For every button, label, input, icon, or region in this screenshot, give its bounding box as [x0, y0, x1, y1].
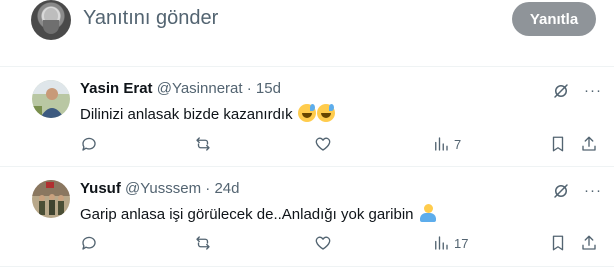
- tweet-actions: 17: [0, 234, 614, 254]
- heart-icon: [315, 137, 331, 151]
- like-action[interactable]: [314, 135, 332, 153]
- tweet-header: Yasin Erat @Yasinnerat · 15d: [80, 80, 281, 97]
- timestamp[interactable]: 24d: [214, 180, 239, 197]
- bookmark-action[interactable]: [549, 135, 567, 153]
- user-handle[interactable]: @Yasinnerat: [157, 80, 243, 97]
- views-icon: [435, 236, 448, 250]
- views-action[interactable]: 7: [432, 135, 461, 153]
- reply-icon: [82, 137, 96, 151]
- share-action[interactable]: [580, 135, 598, 153]
- grinning-sweat-emoji: [297, 104, 316, 122]
- person-shrugging-emoji: [419, 204, 436, 222]
- user-handle[interactable]: @Yusssem: [125, 180, 201, 197]
- tweet-header: Yusuf @Yusssem · 24d: [80, 180, 239, 197]
- bookmark-action[interactable]: [549, 234, 567, 252]
- heart-icon: [315, 236, 331, 250]
- tweet-text: Garip anlasa işi görülecek de..Anladığı …: [80, 204, 436, 223]
- retweet-action[interactable]: [194, 234, 212, 252]
- like-action[interactable]: [314, 234, 332, 252]
- tweet-text-content: Garip anlasa işi görülecek de..Anladığı …: [80, 206, 414, 223]
- reply-tweet[interactable]: Yusuf @Yusssem · 24d Garip anlasa işi gö…: [0, 180, 614, 270]
- current-user-avatar[interactable]: [31, 0, 71, 40]
- reply-tweet[interactable]: Yasin Erat @Yasinnerat · 15d Dilinizi an…: [0, 80, 614, 178]
- display-name[interactable]: Yusuf: [80, 180, 121, 197]
- reply-icon: [82, 236, 96, 250]
- tweet-actions: 7: [0, 135, 614, 155]
- reply-input[interactable]: Yanıtını gönder: [83, 7, 218, 30]
- tweet-text-content: Dilinizi anlasak bizde kazanırdık: [80, 106, 293, 123]
- reply-action[interactable]: [80, 234, 98, 252]
- avatar[interactable]: [32, 80, 70, 118]
- retweet-action[interactable]: [194, 135, 212, 153]
- share-icon: [582, 136, 596, 151]
- grinning-sweat-emoji: [316, 104, 335, 122]
- bookmark-icon: [552, 235, 564, 251]
- reply-action[interactable]: [80, 135, 98, 153]
- more-options-icon[interactable]: ···: [584, 82, 602, 99]
- display-name[interactable]: Yasin Erat: [80, 80, 153, 97]
- separator-dot: ·: [205, 180, 211, 197]
- more-options-icon[interactable]: ···: [584, 182, 602, 199]
- grok-icon[interactable]: [552, 82, 570, 100]
- views-count: 17: [454, 235, 469, 251]
- share-icon: [582, 235, 596, 250]
- views-icon: [435, 137, 448, 151]
- reply-composer: Yanıtını gönder Yanıtla: [0, 0, 614, 66]
- retweet-icon: [196, 137, 210, 151]
- grok-icon[interactable]: [552, 182, 570, 200]
- share-action[interactable]: [580, 234, 598, 252]
- views-count: 7: [454, 136, 462, 152]
- tweet-text: Dilinizi anlasak bizde kazanırdık: [80, 104, 335, 123]
- separator-dot: ·: [246, 80, 252, 97]
- divider: [0, 166, 614, 167]
- bookmark-icon: [552, 136, 564, 152]
- retweet-icon: [196, 236, 210, 250]
- divider: [0, 66, 614, 67]
- divider: [0, 266, 614, 267]
- reply-button[interactable]: Yanıtla: [512, 2, 596, 36]
- timestamp[interactable]: 15d: [256, 80, 281, 97]
- avatar[interactable]: [32, 180, 70, 218]
- views-action[interactable]: 17: [432, 234, 468, 252]
